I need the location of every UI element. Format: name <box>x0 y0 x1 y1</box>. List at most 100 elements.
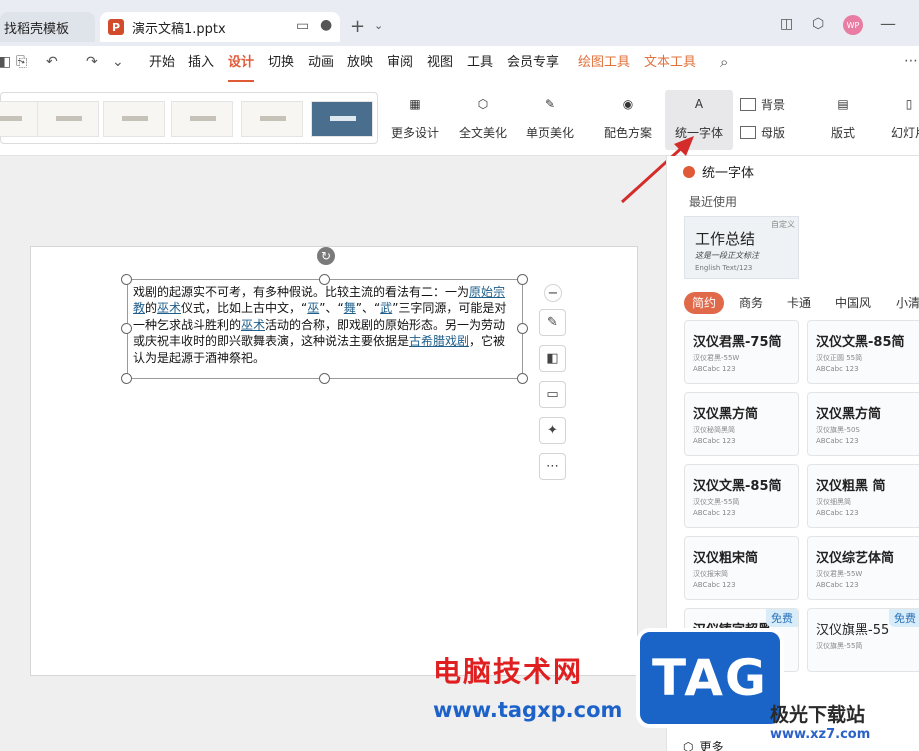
menu-view[interactable]: 视图 <box>427 46 453 82</box>
ppt-icon: P <box>108 19 124 35</box>
slide-size-icon: ▯ <box>905 97 913 111</box>
template-thumb[interactable] <box>171 101 233 137</box>
sidebar-toggle-icon[interactable]: ◫ <box>780 16 793 32</box>
rotate-handle-icon[interactable]: ↻ <box>317 247 335 265</box>
menu-text-tools[interactable]: 文本工具 <box>644 46 696 82</box>
menu-review[interactable]: 审阅 <box>387 46 413 82</box>
category-business[interactable]: 商务 <box>739 292 763 314</box>
template-thumb[interactable] <box>241 101 303 137</box>
panel-title-label: 统一字体 <box>702 166 755 181</box>
slide-paragraph[interactable]: 戏剧的起源实不可考，有多种假说。比较主流的看法有二：一为原始宗教的巫术仪式，比如… <box>133 284 517 366</box>
more-options-icon[interactable]: ⋯ <box>539 453 566 480</box>
resize-handle[interactable] <box>517 274 528 285</box>
template-thumb[interactable] <box>37 101 99 137</box>
nav-icon[interactable]: ◧ <box>0 54 11 70</box>
slide-canvas[interactable]: ↻ 戏剧的起源实不可考，有多种假说。比较主流的看法有二：一为原始宗教的巫术仪式，… <box>30 246 638 676</box>
text-run: 仪式，比如上古中文，“ <box>181 301 308 316</box>
minimize-icon[interactable]: — <box>880 14 896 33</box>
beautify-page-button[interactable]: ✎ 单页美化 <box>522 90 578 150</box>
collapse-toolbar-icon[interactable]: − <box>544 284 562 302</box>
menu-transition[interactable]: 切换 <box>268 46 294 82</box>
category-fresh[interactable]: 小清 <box>896 292 919 314</box>
watermark-site-name: 电脑技术网 <box>433 655 584 688</box>
print-preview-icon[interactable]: ⎘ <box>16 54 27 70</box>
hyperlink[interactable]: 武 <box>380 301 392 315</box>
more-button[interactable]: ⬡ 更多 <box>683 738 724 751</box>
category-simple[interactable]: 简约 <box>684 292 725 314</box>
resize-handle[interactable] <box>319 373 330 384</box>
category-cartoon[interactable]: 卡通 <box>787 292 811 314</box>
window-icon[interactable]: ▭ <box>296 18 309 34</box>
font-card[interactable]: 汉仪黑方简 汉仪秘简黑简 ABCabc 123 <box>684 392 799 456</box>
font-card[interactable]: 汉仪粗黑 简汉仪细黑简 ABCabc 123 <box>807 464 919 528</box>
font-card[interactable]: 汉仪旗黑-55 汉仪旗黑-55简 免费 <box>807 608 919 672</box>
font-card[interactable]: 汉仪君黑-75简 汉仪君黑-55W ABCabc 123 <box>684 320 799 384</box>
box-icon: ⬡ <box>477 97 489 111</box>
undo-icon[interactable]: ↶ <box>46 54 58 70</box>
cube-icon[interactable]: ⬡ <box>812 16 824 32</box>
category-chinese[interactable]: 中国风 <box>835 292 871 314</box>
text-run: 的 <box>145 301 158 316</box>
menu-drawing-tools[interactable]: 绘图工具 <box>578 46 630 82</box>
hyperlink[interactable]: 古希腊戏剧 <box>409 334 469 348</box>
chevron-down-icon[interactable]: ⌄ <box>374 19 383 32</box>
resize-handle[interactable] <box>319 274 330 285</box>
resize-handle[interactable] <box>121 373 132 384</box>
more-design-button[interactable]: ▦ 更多设计 <box>388 90 442 150</box>
magic-tools-icon[interactable]: ✦ <box>539 417 566 444</box>
font-card[interactable]: 汉仪粗宋简 汉仪报宋简 ABCabc 123 <box>684 536 799 600</box>
more-label: 更多 <box>699 740 724 751</box>
watermark-brand-url: www.xz7.com <box>770 727 871 742</box>
template-thumb[interactable] <box>0 101 39 137</box>
slide-size-label: 幻灯片 <box>890 126 919 140</box>
custom-badge: 自定义 <box>771 220 795 229</box>
background-button[interactable]: 背景 <box>740 96 785 113</box>
fill-icon[interactable]: ◧ <box>539 345 566 372</box>
hyperlink[interactable]: 舞 <box>344 301 356 315</box>
resize-handle[interactable] <box>121 323 132 334</box>
font-card[interactable]: 汉仪综艺体简 汉仪君黑-55W ABCabc 123 <box>807 536 919 600</box>
font-sample: ABCabc 123 <box>816 365 859 373</box>
text-run: 戏剧的起源实不可考，有多种假说。比较主流的看法有二：一为 <box>133 285 470 299</box>
menu-tools[interactable]: 工具 <box>467 46 493 82</box>
text-box[interactable]: 戏剧的起源实不可考，有多种假说。比较主流的看法有二：一为原始宗教的巫术仪式，比如… <box>127 279 523 379</box>
unsaved-dot-icon[interactable]: ● <box>320 17 332 33</box>
ribbon: ▦ 更多设计 ⬡ 全文美化 ✎ 单页美化 ◉ 配色方案 A 统一字体 背景 母版 ▤ 版式 … <box>0 82 919 156</box>
redo-icon[interactable]: ↷ <box>86 54 98 70</box>
more-chevron-icon[interactable]: ⌄ <box>112 54 124 70</box>
menu-animation[interactable]: 动画 <box>308 46 334 82</box>
tab-document[interactable]: P 演示文稿1.pptx ▭ ● <box>100 12 340 42</box>
template-thumb[interactable] <box>311 101 373 137</box>
master-icon <box>740 126 756 139</box>
font-card[interactable]: 汉仪黑方简 汉仪旗黑-50S ABCabc 123 <box>807 392 919 456</box>
menu-insert[interactable]: 插入 <box>188 46 214 82</box>
resize-handle[interactable] <box>517 323 528 334</box>
search-icon[interactable]: ⌕ <box>720 53 728 71</box>
hyperlink[interactable]: 巫术 <box>241 318 265 332</box>
master-button[interactable]: 母版 <box>740 124 785 141</box>
slide-size-button[interactable]: ▯ 幻灯片 <box>884 90 919 150</box>
hyperlink[interactable]: 巫 <box>307 301 319 315</box>
font-card[interactable]: 汉仪文黑-85简 汉仪文黑-55简 ABCabc 123 <box>684 464 799 528</box>
avatar[interactable]: WP <box>843 15 863 35</box>
layout-button[interactable]: ▤ 版式 <box>818 90 868 150</box>
resize-handle[interactable] <box>121 274 132 285</box>
recent-font-card[interactable]: 工作总结 这是一段正文标注 English Text/123 自定义 <box>684 216 799 279</box>
pen-icon[interactable]: ✎ <box>539 309 566 336</box>
text-run: ”、“ <box>319 301 344 316</box>
menu-home[interactable]: 开始 <box>149 46 175 82</box>
recent-label: 最近使用 <box>689 195 738 209</box>
menu-design[interactable]: 设计 <box>228 46 255 82</box>
more-icon[interactable]: ⋯ <box>904 53 918 69</box>
tab-template[interactable]: 找稻壳模板 <box>0 12 95 42</box>
font-card[interactable]: 汉仪文黑-85简 汉仪正圆 55简 ABCabc 123 <box>807 320 919 384</box>
menu-slideshow[interactable]: 放映 <box>347 46 373 82</box>
menu-vip[interactable]: 会员专享 <box>507 46 559 82</box>
resize-handle[interactable] <box>517 373 528 384</box>
template-thumb[interactable] <box>103 101 165 137</box>
font-name: 汉仪综艺体简 <box>816 551 895 566</box>
laptop-icon[interactable]: ▭ <box>539 381 566 408</box>
beautify-all-button[interactable]: ⬡ 全文美化 <box>452 90 514 150</box>
new-tab-button[interactable]: + <box>350 16 365 37</box>
hyperlink[interactable]: 巫术 <box>157 301 181 315</box>
